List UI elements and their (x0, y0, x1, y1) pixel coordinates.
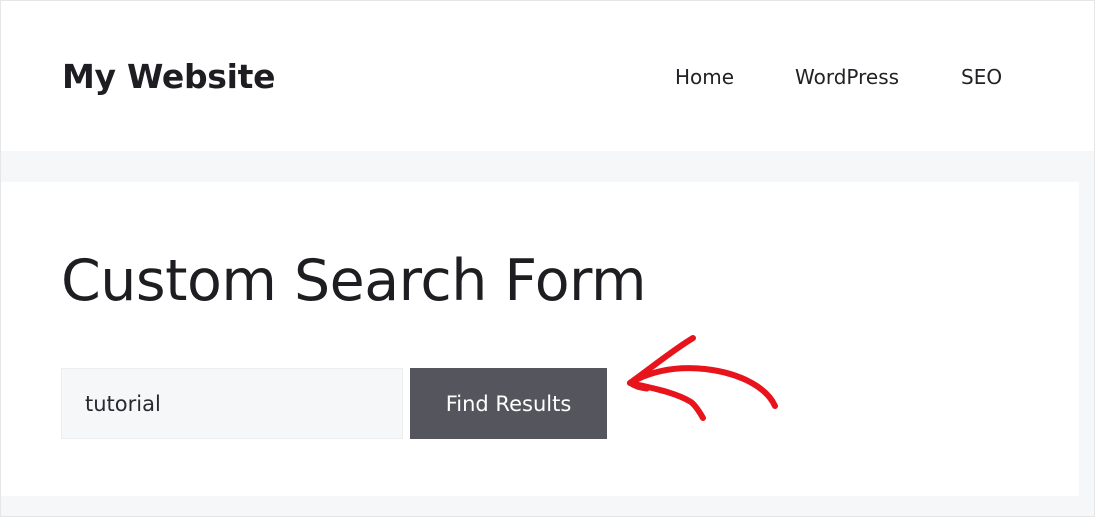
page-title: Custom Search Form (61, 248, 647, 314)
nav-item-wordpress[interactable]: WordPress (795, 65, 899, 89)
site-header: My Website Home WordPress SEO (1, 1, 1094, 151)
content-card: Custom Search Form Find Results (1, 182, 1079, 496)
search-input[interactable] (61, 368, 403, 439)
red-hand-drawn-arrow-icon (627, 335, 778, 421)
find-results-button[interactable]: Find Results (410, 368, 607, 439)
nav-item-home[interactable]: Home (675, 65, 734, 89)
nav-item-seo[interactable]: SEO (961, 65, 1002, 89)
primary-navigation: Home WordPress SEO (1, 65, 1094, 93)
search-form: Find Results (61, 368, 621, 439)
